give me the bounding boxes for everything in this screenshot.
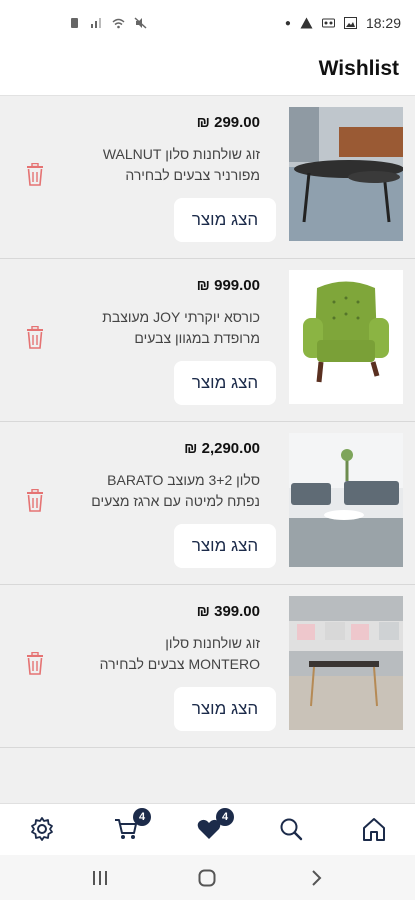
mute-icon bbox=[134, 17, 147, 29]
status-icons-left bbox=[68, 17, 147, 29]
trash-icon[interactable] bbox=[24, 489, 46, 513]
trash-icon[interactable] bbox=[24, 652, 46, 676]
product-image[interactable] bbox=[289, 433, 403, 567]
product-image[interactable] bbox=[289, 596, 403, 730]
view-product-button[interactable]: הצג מוצר bbox=[174, 198, 276, 242]
view-product-button[interactable]: הצג מוצר bbox=[174, 524, 276, 568]
trash-icon[interactable] bbox=[24, 163, 46, 187]
wishlist-count-badge: 4 bbox=[216, 808, 234, 826]
status-bar: ● 18:29 bbox=[0, 0, 415, 46]
product-name: סלון 3+2 מעוצב BARATO נפתח למיטה עם ארגז… bbox=[91, 472, 260, 509]
product-price: 2,290.00 ₪ bbox=[184, 440, 260, 457]
wishlist-item: 999.00 ₪ כורסא יוקרתי JOY מעוצבת מרופדת … bbox=[0, 259, 415, 422]
product-image[interactable] bbox=[289, 270, 403, 404]
product-name: כורסא יוקרתי JOY מעוצבת מרופדת במגוון צב… bbox=[102, 309, 260, 346]
wishlist-item: 299.00 ₪ זוג שולחנות סלון WALNUT מפורניר… bbox=[0, 96, 415, 259]
recents-icon[interactable] bbox=[90, 868, 110, 888]
status-time: 18:29 bbox=[365, 15, 401, 31]
cart-nav-button[interactable]: 4 bbox=[113, 808, 151, 842]
green-armchair-photo bbox=[289, 270, 403, 404]
search-nav-button[interactable] bbox=[278, 816, 304, 842]
wishlist-nav-button[interactable]: 4 bbox=[196, 808, 234, 842]
home-system-icon[interactable] bbox=[197, 868, 217, 888]
warning-icon bbox=[300, 17, 313, 29]
gear-icon bbox=[31, 817, 53, 841]
cart-count-badge: 4 bbox=[133, 808, 151, 826]
dot-icon: ● bbox=[284, 17, 291, 29]
settings-nav-button[interactable] bbox=[29, 816, 55, 842]
page-title: Wishlist bbox=[318, 57, 399, 80]
bottom-nav: 4 4 bbox=[0, 803, 415, 855]
wishlist-item: 399.00 ₪ זוג שולחנות סלון MONTERO צבעים … bbox=[0, 585, 415, 748]
coffee-tables-photo bbox=[289, 107, 403, 241]
app-header: Wishlist bbox=[0, 46, 415, 96]
home-icon bbox=[363, 818, 385, 841]
product-name: זוג שולחנות סלון MONTERO צבעים לבחירה bbox=[99, 635, 260, 672]
product-price: 299.00 ₪ bbox=[196, 114, 260, 131]
signal-icon bbox=[91, 18, 101, 28]
grey-sofa-set-photo bbox=[289, 433, 403, 567]
wifi-icon bbox=[112, 18, 125, 29]
product-price: 399.00 ₪ bbox=[196, 603, 260, 620]
product-image[interactable] bbox=[289, 107, 403, 241]
product-price: 999.00 ₪ bbox=[196, 277, 260, 294]
view-product-button[interactable]: הצג מוצר bbox=[174, 361, 276, 405]
search-icon bbox=[280, 818, 303, 841]
view-product-button[interactable]: הצג מוצר bbox=[174, 687, 276, 731]
wishlist-list: 299.00 ₪ זוג שולחנות סלון WALNUT מפורניר… bbox=[0, 96, 415, 748]
wishlist-item: 2,290.00 ₪ סלון 3+2 מעוצב BARATO נפתח למ… bbox=[0, 422, 415, 585]
trash-icon[interactable] bbox=[24, 326, 46, 350]
system-nav-bar bbox=[0, 855, 415, 900]
montero-tables-photo bbox=[289, 596, 403, 730]
home-nav-button[interactable] bbox=[361, 816, 387, 842]
status-icons-right: ● 18:29 bbox=[285, 15, 401, 31]
product-name: זוג שולחנות סלון WALNUT מפורניר צבעים לב… bbox=[102, 146, 260, 183]
back-chevron-icon[interactable] bbox=[306, 868, 326, 888]
battery-icon bbox=[71, 18, 78, 28]
gallery-icon bbox=[343, 17, 357, 29]
voicemail-icon bbox=[321, 18, 335, 28]
